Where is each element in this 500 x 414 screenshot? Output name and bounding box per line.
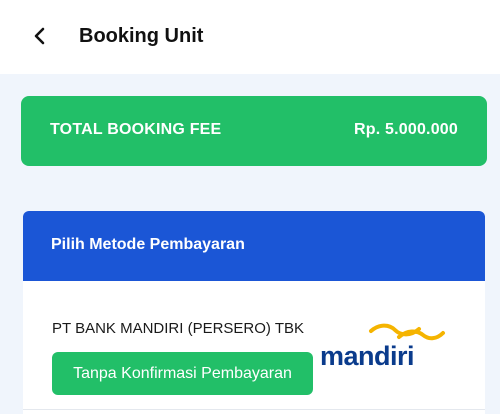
divider [23, 409, 485, 410]
total-booking-fee-card: TOTAL BOOKING FEE Rp. 5.000.000 [21, 96, 487, 166]
app-header: Booking Unit [0, 0, 500, 74]
back-button[interactable] [26, 22, 54, 50]
bank-name: PT BANK MANDIRI (PERSERO) TBK [52, 320, 304, 337]
payment-method-header: Pilih Metode Pembayaran [23, 211, 485, 281]
fee-amount: Rp. 5.000.000 [354, 121, 458, 138]
no-confirmation-payment-button[interactable]: Tanpa Konfirmasi Pembayaran [52, 352, 313, 395]
fee-label: TOTAL BOOKING FEE [50, 121, 222, 138]
mandiri-logo: mandiri [320, 323, 445, 371]
page-title: Booking Unit [79, 25, 204, 47]
mandiri-logo-text: mandiri [320, 341, 414, 371]
payment-method-title: Pilih Metode Pembayaran [51, 236, 245, 253]
payment-method-card: Pilih Metode Pembayaran PT BANK MANDIRI … [23, 211, 485, 414]
chevron-left-icon [34, 27, 45, 45]
